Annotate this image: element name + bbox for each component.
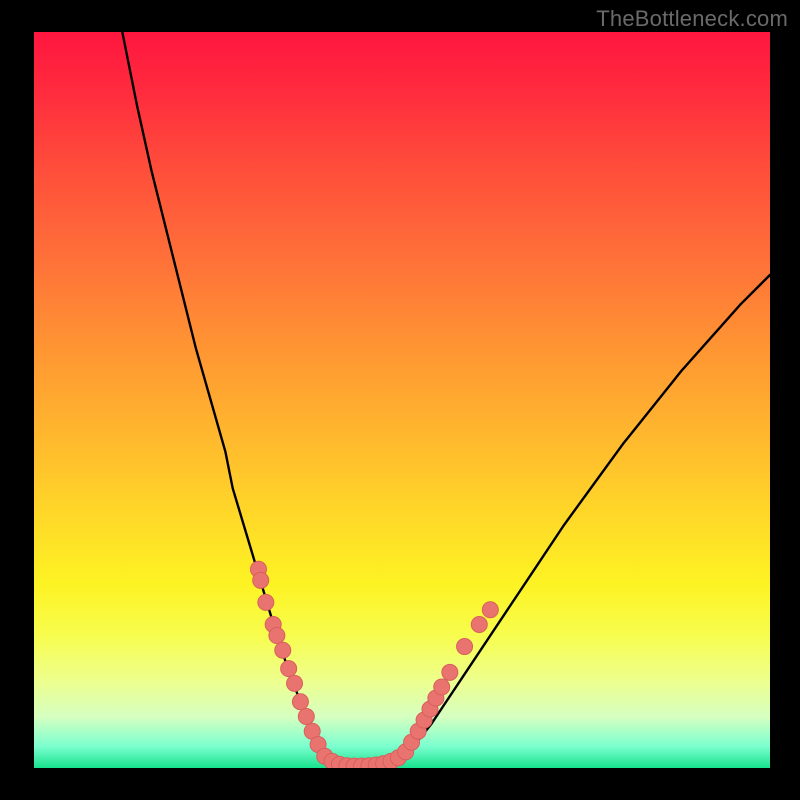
data-point: [287, 675, 303, 691]
data-point: [292, 694, 308, 710]
chart-frame: TheBottleneck.com: [0, 0, 800, 800]
data-point: [442, 664, 458, 680]
chart-plot-area: [34, 32, 770, 768]
data-point: [258, 594, 274, 610]
watermark-text: TheBottleneck.com: [596, 6, 788, 32]
data-point: [434, 679, 450, 695]
data-point: [298, 708, 314, 724]
data-point: [253, 572, 269, 588]
data-point: [457, 639, 473, 655]
data-point: [269, 628, 285, 644]
chart-svg: [34, 32, 770, 768]
data-point: [275, 642, 291, 658]
data-point: [482, 602, 498, 618]
bottleneck-curve: [122, 32, 770, 767]
data-point: [281, 661, 297, 677]
data-point: [471, 616, 487, 632]
